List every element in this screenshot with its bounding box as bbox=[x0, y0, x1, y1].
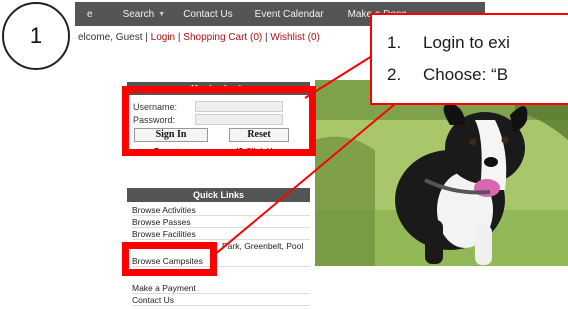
instruction-callout: 1. Login to exi 2. Choose: “B bbox=[370, 13, 568, 105]
step-number: 1 bbox=[29, 23, 43, 48]
instruction-step-2-text: Choose: “B bbox=[423, 65, 509, 84]
instruction-step-1-number: 1. bbox=[387, 33, 402, 52]
step-number-badge: 1 bbox=[2, 2, 70, 70]
connector-line-campsites bbox=[212, 103, 396, 257]
instruction-step-1: 1. Login to exi bbox=[387, 33, 510, 53]
instruction-step-1-text: Login to exi bbox=[423, 33, 510, 52]
instruction-step-2: 2. Choose: “B bbox=[387, 65, 508, 85]
connector-line-login bbox=[304, 55, 373, 99]
instruction-step-2-number: 2. bbox=[387, 65, 402, 84]
